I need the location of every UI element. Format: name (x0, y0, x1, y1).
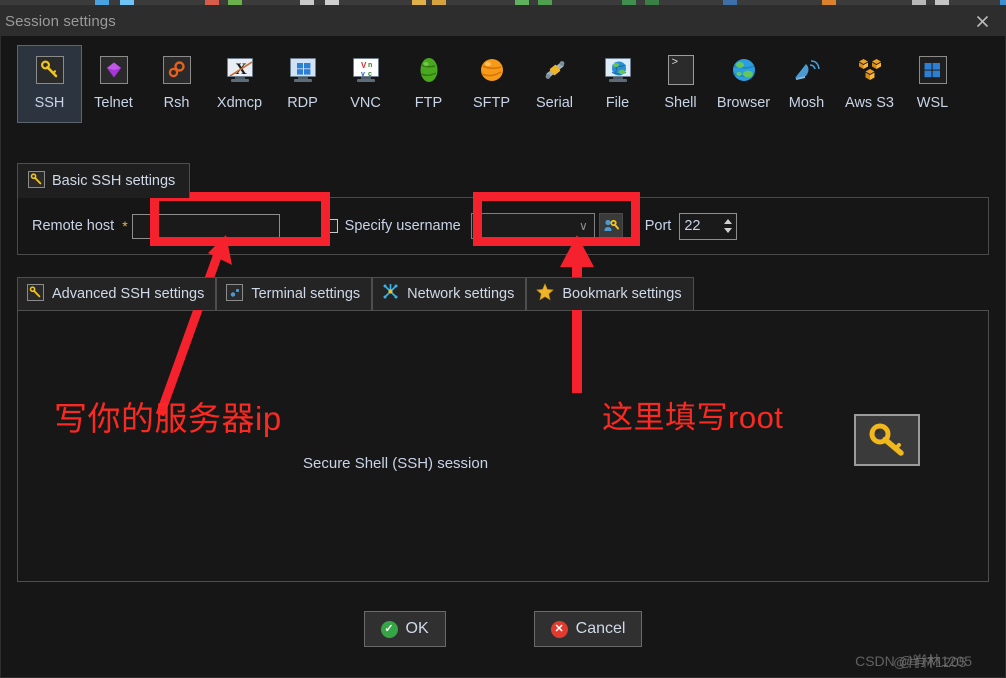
rsh-gears-icon (161, 54, 193, 86)
close-button[interactable] (959, 6, 1005, 36)
protocol-serial[interactable]: Serial (523, 45, 586, 123)
svg-text:n: n (368, 62, 372, 69)
settings-tab-strip: Advanced SSH settings Terminal settings (17, 277, 989, 310)
protocol-ssh[interactable]: SSH (17, 45, 82, 123)
cancel-button[interactable]: ✕ Cancel (533, 611, 643, 647)
x-circle-icon: ✕ (550, 620, 568, 638)
ssh-key-icon (28, 171, 45, 191)
protocol-label: SSH (34, 95, 65, 111)
port-spinner[interactable]: 22 (679, 212, 738, 240)
protocol-xdmcp[interactable]: X Xdmcp (208, 45, 271, 123)
remote-host-input[interactable] (131, 213, 280, 239)
protocol-file[interactable]: File (586, 45, 649, 123)
protocol-label: Rsh (163, 95, 190, 111)
ok-button[interactable]: ✓ OK (363, 611, 446, 647)
dialog-footer: ✓ OK ✕ Cancel (1, 611, 1005, 647)
protocol-browser[interactable]: Browser (712, 45, 775, 123)
protocol-label: WSL (916, 95, 949, 111)
port-label: Port (644, 218, 672, 234)
session-description: Secure Shell (SSH) session (303, 455, 489, 472)
spinner-up-icon[interactable] (724, 219, 733, 224)
spinner-down-icon[interactable] (724, 228, 733, 233)
session-settings-window: Session settings SSH Telnet Rsh Xdmcp RD… (0, 5, 1006, 678)
tab-label: Basic SSH settings (52, 173, 176, 189)
close-icon (976, 15, 988, 27)
tab-network-settings[interactable]: Network settings (372, 277, 527, 310)
star-icon (536, 282, 555, 306)
protocol-label: Serial (535, 95, 574, 111)
protocol-label: Telnet (94, 95, 133, 111)
username-combobox[interactable]: ∨ (470, 213, 595, 239)
port-value[interactable]: 22 (680, 214, 720, 239)
ssh-key-icon (34, 54, 66, 86)
aws-s3-cubes-icon (854, 54, 886, 86)
mosh-satellite-icon (791, 54, 823, 86)
sftp-orange-globe-icon (476, 54, 508, 86)
protocol-label: Shell (664, 95, 697, 111)
protocol-telnet[interactable]: Telnet (82, 45, 145, 123)
session-key-thumbnail[interactable] (854, 414, 920, 466)
csdn-watermark: CSDN @肖林1205 @肖林1205 (855, 651, 972, 671)
tab-basic-ssh-settings[interactable]: Basic SSH settings (17, 163, 191, 198)
dialog-body: SSH Telnet Rsh Xdmcp RDP V n v c VNC FTP… (1, 36, 1005, 677)
remote-host-label: Remote host (32, 218, 115, 234)
ssh-key-icon (27, 284, 44, 304)
protocol-label: Mosh (788, 95, 825, 111)
protocol-wsl[interactable]: WSL (901, 45, 964, 123)
ftp-green-globe-icon (413, 54, 445, 86)
protocol-sftp[interactable]: SFTP (460, 45, 523, 123)
tab-bookmark-settings[interactable]: Bookmark settings (526, 277, 694, 310)
serial-plug-icon (539, 54, 571, 86)
protocol-label: FTP (414, 95, 443, 111)
large-key-icon (869, 423, 904, 456)
browser-globe-icon (728, 54, 760, 86)
protocol-rsh[interactable]: Rsh (145, 45, 208, 123)
tab-label: Advanced SSH settings (52, 286, 205, 302)
protocol-ftp[interactable]: FTP (397, 45, 460, 123)
specify-username-label: Specify username (344, 218, 461, 234)
chevron-down-icon: ∨ (578, 219, 588, 233)
user-key-icon (604, 219, 619, 231)
svg-text:V: V (361, 61, 367, 70)
protocol-label: Browser (716, 95, 771, 111)
vnc-monitor-icon: V n v c (350, 54, 382, 86)
protocol-toolbar: SSH Telnet Rsh Xdmcp RDP V n v c VNC FTP… (1, 36, 1005, 146)
terminal-icon (226, 284, 244, 304)
protocol-label: File (605, 95, 630, 111)
protocol-shell[interactable]: > Shell (649, 45, 712, 123)
protocol-rdp[interactable]: RDP (271, 45, 334, 123)
session-content-panel: Secure Shell (SSH) session (17, 310, 989, 582)
tab-terminal-settings[interactable]: Terminal settings (216, 277, 373, 310)
network-nodes-icon (382, 283, 399, 305)
ok-label: OK (405, 620, 429, 637)
tab-label: Bookmark settings (562, 286, 682, 302)
tab-label: Terminal settings (251, 286, 361, 302)
cancel-label: Cancel (575, 620, 626, 637)
tab-label: Network settings (407, 286, 515, 302)
protocol-label: Aws S3 (845, 95, 894, 111)
check-circle-icon: ✓ (380, 620, 398, 638)
window-title-bar: Session settings (1, 6, 1005, 36)
protocol-label: Xdmcp (216, 95, 263, 111)
telnet-gem-icon (98, 54, 130, 86)
wsl-windows-icon (917, 54, 949, 86)
protocol-label: VNC (350, 95, 381, 111)
username-key-button[interactable] (598, 213, 623, 239)
rdp-windows-icon (287, 54, 319, 86)
protocol-label: SFTP (472, 95, 511, 111)
required-marker: * (122, 218, 128, 234)
basic-ssh-settings-group: Basic SSH settings Remote host * Specify… (17, 162, 989, 255)
watermark-overlay-text: @肖林1205 (893, 654, 967, 670)
page-title: Session settings (5, 12, 116, 30)
xdmcp-monitor-icon: X (224, 54, 256, 86)
shell-prompt-icon: > (665, 54, 697, 86)
specify-username-checkbox[interactable] (323, 219, 338, 233)
protocol-label: RDP (287, 95, 318, 111)
protocol-mosh[interactable]: Mosh (775, 45, 838, 123)
protocol-aws-s3[interactable]: Aws S3 (838, 45, 901, 123)
file-globe-monitor-icon (602, 54, 634, 86)
basic-settings-row: Remote host * Specify username ∨ Port 22 (17, 197, 989, 255)
protocol-vnc[interactable]: V n v c VNC (334, 45, 397, 123)
tab-advanced-ssh-settings[interactable]: Advanced SSH settings (17, 277, 217, 310)
